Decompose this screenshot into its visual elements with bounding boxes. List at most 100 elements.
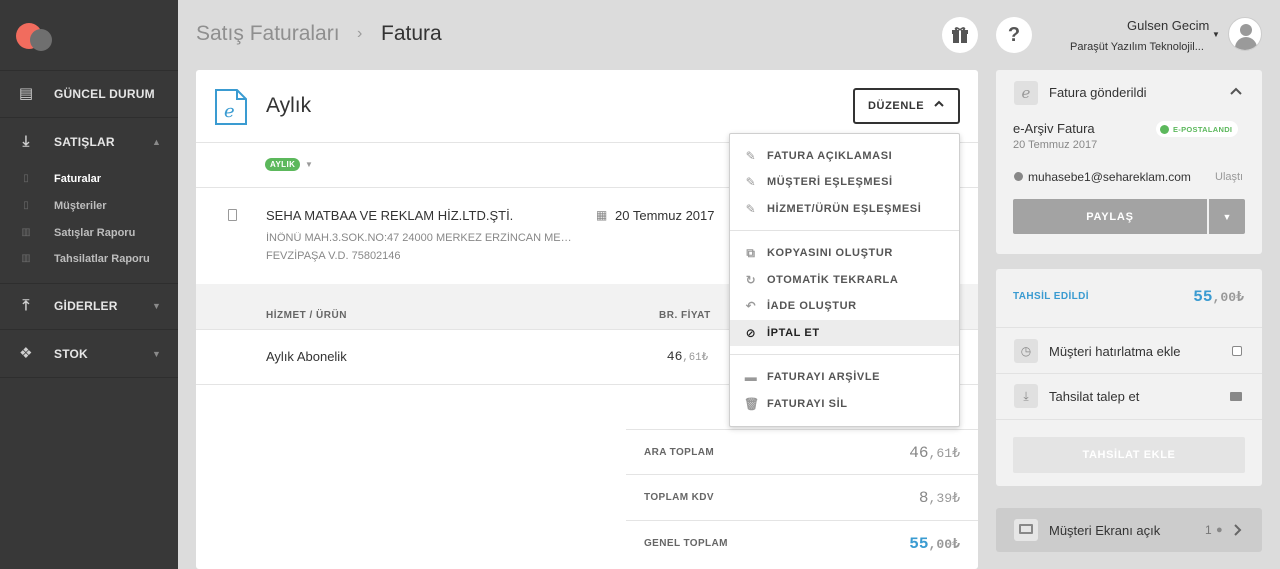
customer-screen-panel[interactable]: Müşteri Ekranı açık 1 ● bbox=[996, 508, 1262, 552]
trash-icon: 🗑 bbox=[744, 397, 760, 411]
vat-total-value: 8,39₺ bbox=[918, 489, 960, 507]
recurring-tag[interactable]: AYLIK bbox=[265, 158, 301, 171]
clock-icon: ◷ bbox=[1014, 339, 1038, 363]
company-name[interactable]: Paraşüt Yazılım Teknolojil... bbox=[1070, 41, 1204, 53]
reminder-checkbox[interactable] bbox=[1232, 346, 1242, 356]
payment-panel: TAHSİL EDİLDİ 55,00₺ ◷ Müşteri hatırlatm… bbox=[996, 269, 1262, 486]
sidebar-item-stock[interactable]: ❖ STOK ▼ bbox=[0, 331, 178, 377]
help-button[interactable]: ? bbox=[996, 17, 1032, 53]
menu-separator bbox=[730, 354, 959, 355]
sidebar-subitem-sales-report[interactable]: ▥ Satışlar Raporu bbox=[0, 220, 178, 246]
pencil-icon: ✎ bbox=[745, 149, 757, 163]
share-button[interactable]: PAYLAŞ bbox=[1013, 199, 1207, 234]
sidebar-subitem-label: Satışlar Raporu bbox=[54, 227, 136, 239]
customer-tax-info: FEVZİPAŞA V.D. 75802146 bbox=[266, 250, 401, 262]
menu-item-archive[interactable]: ▬ FATURAYI ARŞİVLE bbox=[730, 364, 959, 390]
user-name[interactable]: Gulsen Gecim bbox=[1127, 18, 1209, 33]
sidebar-item-expenses[interactable]: ⤒ GİDERLER ▼ bbox=[0, 283, 178, 329]
customer-name[interactable]: SEHA MATBAA VE REKLAM HİZ.LTD.ŞTİ. bbox=[266, 208, 513, 223]
menu-item-product-matching[interactable]: ✎ HİZMET/ÜRÜN EŞLEŞMESİ bbox=[730, 196, 959, 222]
email-delivery-status: Ulaştı bbox=[1215, 171, 1244, 183]
gift-button[interactable] bbox=[942, 17, 978, 53]
menu-item-label: FATURA AÇIKLAMASI bbox=[767, 150, 893, 162]
invoice-date: 20 Temmuz 2017 bbox=[615, 208, 715, 223]
column-header-price: BR. FİYAT bbox=[659, 310, 711, 321]
menu-item-auto-repeat[interactable]: ↻ OTOMATİK TEKRARLA bbox=[730, 267, 959, 293]
vat-total-label: TOPLAM KDV bbox=[644, 492, 714, 503]
menu-item-duplicate[interactable]: ⧉ KOPYASINI OLUŞTUR bbox=[730, 240, 959, 266]
menu-item-label: MÜŞTERİ EŞLEŞMESİ bbox=[767, 176, 893, 188]
upload-icon: ⤒ bbox=[22, 297, 30, 314]
grand-total-label: GENEL TOPLAM bbox=[644, 538, 728, 549]
bar-chart-icon: ▥ bbox=[21, 227, 31, 238]
sidebar-item-label: SATIŞLAR bbox=[54, 135, 115, 149]
menu-item-label: OTOMATİK TEKRARLA bbox=[767, 274, 899, 286]
status-badge: E-POSTALANDI bbox=[1156, 121, 1239, 137]
sidebar-item-dashboard[interactable]: ▤ GÜNCEL DURUM bbox=[0, 71, 178, 117]
sidebar-subitem-label: Tahsilatlar Raporu bbox=[54, 253, 150, 265]
sidebar-item-sales[interactable]: ⤓ SATIŞLAR ▲ bbox=[0, 119, 178, 165]
sidebar-subitem-invoices[interactable]: ▯ Faturalar bbox=[0, 166, 178, 192]
e-invoice-document-icon: e bbox=[215, 89, 247, 125]
sidebar-subitem-label: Müşteriler bbox=[54, 200, 107, 212]
subtotal-value: 46,61₺ bbox=[909, 444, 960, 462]
sidebar-item-label: GİDERLER bbox=[54, 299, 118, 313]
menu-item-invoice-description[interactable]: ✎ FATURA AÇIKLAMASI bbox=[730, 143, 959, 169]
caret-down-icon: ▼ bbox=[1222, 211, 1232, 222]
add-reminder-label[interactable]: Müşteri hatırlatma ekle bbox=[1049, 344, 1181, 359]
caret-down-icon[interactable]: ▼ bbox=[1212, 30, 1220, 39]
customer-screen-label: Müşteri Ekranı açık bbox=[1049, 523, 1161, 538]
divider bbox=[626, 429, 978, 430]
table-row-price: 46,61₺ bbox=[666, 349, 708, 364]
menu-item-label: İPTAL ET bbox=[767, 327, 820, 339]
subtotal-label: ARA TOPLAM bbox=[644, 447, 715, 458]
sidebar-subitem-collections-report[interactable]: ▥ Tahsilatlar Raporu bbox=[0, 246, 178, 272]
email-status-dot bbox=[1014, 172, 1023, 181]
menu-item-cancel[interactable]: ⊘ İPTAL ET bbox=[730, 320, 959, 346]
caret-down-icon: ▼ bbox=[152, 349, 162, 359]
share-options-button[interactable]: ▼ bbox=[1209, 199, 1245, 234]
sidebar-item-label: GÜNCEL DURUM bbox=[54, 87, 155, 101]
customer-address: İNÖNÜ MAH.3.SOK.NO:47 24000 MERKEZ ERZİN… bbox=[266, 232, 576, 244]
menu-item-delete[interactable]: 🗑 FATURAYI SİL bbox=[730, 391, 959, 417]
repeat-icon: ↻ bbox=[745, 273, 757, 287]
grand-total-value: 55,00₺ bbox=[909, 535, 960, 553]
menu-item-label: İADE OLUŞTUR bbox=[767, 300, 857, 312]
boxes-icon: ❖ bbox=[19, 345, 33, 362]
chevron-up-icon bbox=[934, 100, 944, 107]
divider bbox=[0, 377, 178, 378]
edit-button[interactable]: DÜZENLE bbox=[853, 88, 960, 124]
chevron-right-icon bbox=[1234, 524, 1242, 536]
collected-label: TAHSİL EDİLDİ bbox=[1013, 291, 1089, 302]
menu-item-label: KOPYASINI OLUŞTUR bbox=[767, 247, 893, 259]
request-payment-label[interactable]: Tahsilat talep et bbox=[1049, 389, 1139, 404]
avatar[interactable] bbox=[1228, 17, 1262, 51]
divider bbox=[996, 419, 1262, 420]
chevron-up-icon[interactable] bbox=[1230, 87, 1242, 97]
recipient-email: muhasebe1@sehareklam.com bbox=[1028, 170, 1191, 184]
menu-item-label: FATURAYI SİL bbox=[767, 398, 848, 410]
add-payment-button[interactable]: TAHSİLAT EKLE bbox=[1013, 437, 1245, 473]
caret-up-icon: ▲ bbox=[152, 137, 162, 147]
column-header-item: HİZMET / ÜRÜN bbox=[266, 310, 347, 321]
menu-item-create-return[interactable]: ↶ İADE OLUŞTUR bbox=[730, 293, 959, 319]
bar-chart-icon: ▥ bbox=[21, 253, 31, 264]
building-icon: ▯ bbox=[23, 200, 29, 211]
copy-icon: ⧉ bbox=[746, 245, 756, 260]
parasut-logo[interactable] bbox=[16, 22, 56, 51]
sidebar-subitem-customers[interactable]: ▯ Müşteriler bbox=[0, 193, 178, 219]
gift-icon bbox=[952, 27, 968, 43]
download-icon: ⤓ bbox=[1014, 384, 1038, 408]
svg-text:e: e bbox=[224, 101, 235, 122]
archive-icon: ▬ bbox=[744, 370, 758, 384]
dashboard-icon: ▤ bbox=[18, 85, 34, 102]
caret-down-icon[interactable]: ▼ bbox=[305, 160, 313, 169]
envelope-icon[interactable] bbox=[1230, 392, 1242, 401]
menu-separator bbox=[730, 230, 959, 231]
e-document-icon: e bbox=[1014, 81, 1038, 105]
caret-down-icon: ▼ bbox=[152, 301, 162, 311]
menu-item-customer-matching[interactable]: ✎ MÜŞTERİ EŞLEŞMESİ bbox=[730, 169, 959, 195]
calendar-icon: ▦ bbox=[596, 208, 608, 222]
question-icon: ? bbox=[1007, 23, 1021, 46]
breadcrumb-parent[interactable]: Satış Faturaları bbox=[196, 22, 340, 46]
